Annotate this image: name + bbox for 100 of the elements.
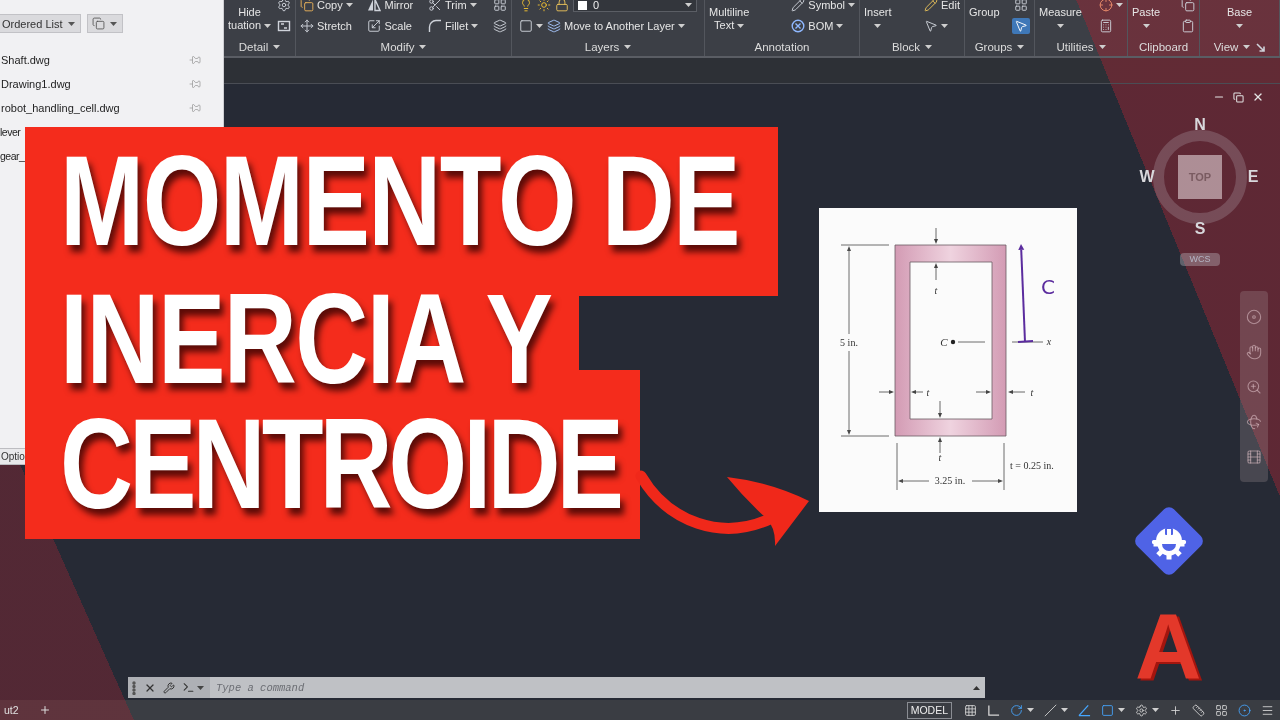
panel-title[interactable]: Layers — [584, 40, 632, 54]
caret-icon — [109, 21, 117, 26]
ribbon-button[interactable]: Multiline Text — [709, 0, 750, 32]
options-button[interactable]: Optio — [0, 448, 26, 465]
panel-title[interactable]: View — [1213, 40, 1251, 54]
icon-button[interactable] — [1099, 0, 1123, 12]
hand-icon[interactable] — [1246, 343, 1262, 360]
diagonal-arrow-icon[interactable] — [1256, 42, 1266, 52]
recent-document-item[interactable]: Drawing1.dwg — [0, 72, 201, 96]
thickness-arrow — [934, 227, 938, 244]
grip-icon — [131, 680, 137, 695]
icon-button[interactable] — [924, 19, 949, 33]
scissors-icon — [427, 0, 442, 12]
plus-icon[interactable] — [38, 704, 51, 716]
tool-button[interactable]: Stretch — [300, 19, 352, 33]
sort-dropdown[interactable]: Ordered List — [0, 14, 81, 33]
crosshair-icon — [1099, 0, 1113, 12]
lightbulb-icon[interactable] — [519, 0, 533, 12]
frame-icon[interactable] — [277, 19, 291, 33]
thickness-label: t — [938, 452, 942, 463]
close-icon[interactable] — [1252, 91, 1264, 103]
tool-button[interactable]: Copy — [300, 0, 353, 12]
command-input[interactable]: Type a command — [210, 677, 967, 698]
compass-letter[interactable]: W — [1139, 168, 1155, 186]
thickness-label: t — [934, 285, 938, 296]
ribbon-button[interactable]: Insert — [864, 0, 892, 32]
recent-document-item[interactable]: robot_handling_cell.dwg — [0, 96, 201, 120]
ribbon-button[interactable]: Measure — [1039, 0, 1082, 32]
compass-ring[interactable] — [1153, 130, 1247, 224]
caret-icon — [685, 3, 692, 7]
compass-letter[interactable]: N — [1194, 116, 1206, 134]
tool-button[interactable]: Mirror — [367, 0, 414, 12]
lock-icon[interactable] — [555, 0, 569, 12]
copy-icon — [300, 0, 314, 12]
recent-document-item[interactable]: Shaft.dwg — [0, 48, 201, 72]
plus-icon[interactable] — [1169, 703, 1182, 717]
color-swatch-icon — [578, 0, 587, 10]
layers-icon[interactable] — [493, 19, 507, 33]
tool-button[interactable]: Symbol — [791, 0, 855, 12]
icon-button[interactable] — [1012, 18, 1030, 34]
ribbon-button[interactable]: Group — [969, 0, 1000, 19]
ribbon-button[interactable]: Base — [1226, 0, 1253, 32]
panel-title[interactable]: Modify — [380, 40, 427, 54]
angle-icon[interactable] — [1078, 703, 1091, 717]
tool-button[interactable]: BOM — [791, 19, 844, 33]
grid-icon[interactable] — [1014, 0, 1028, 12]
clipboard-icon[interactable] — [1181, 19, 1195, 33]
history-button[interactable] — [967, 677, 985, 698]
tool-button[interactable]: Edit — [924, 0, 960, 12]
panel-title[interactable]: Block — [891, 40, 933, 54]
model-space-button[interactable]: MODEL — [906, 701, 952, 719]
view-dropdown[interactable] — [86, 14, 123, 33]
grid-icon[interactable] — [964, 703, 977, 717]
recent-document-item[interactable]: lever — [0, 120, 21, 144]
compass-letter[interactable]: S — [1194, 220, 1206, 238]
ribbon-button[interactable]: Paste — [1132, 0, 1161, 32]
menu-icon[interactable] — [1261, 703, 1274, 717]
wrench-icon[interactable] — [163, 681, 175, 694]
caret-icon — [197, 685, 204, 690]
status-toggle[interactable] — [1101, 702, 1125, 718]
panel-title[interactable]: Clipboard — [1138, 40, 1189, 54]
recent-document-item[interactable]: gear_ — [0, 144, 25, 168]
circle-dot-icon[interactable] — [1238, 703, 1251, 717]
layout-tab[interactable]: ut2 — [2, 700, 21, 720]
status-toggle[interactable] — [1135, 702, 1159, 718]
film-icon[interactable] — [1246, 448, 1262, 465]
recent-commands-button[interactable] — [182, 681, 204, 694]
sun-icon[interactable] — [537, 0, 551, 12]
scaling-icon — [367, 19, 382, 33]
ribbon-button[interactable]: Hide tuation — [228, 0, 272, 32]
disc-icon[interactable] — [1246, 308, 1262, 325]
ruler-icon[interactable] — [1192, 703, 1205, 717]
tiles-icon[interactable] — [1215, 703, 1228, 717]
restore-icon[interactable] — [1233, 91, 1244, 103]
thickness-arrow — [878, 390, 894, 394]
tool-button[interactable]: Move to Another Layer — [547, 19, 685, 33]
tool-button[interactable]: Fillet — [427, 19, 479, 33]
compass-letter[interactable]: E — [1247, 168, 1259, 186]
panel-title[interactable]: Utilities — [1056, 40, 1106, 54]
grid-icon[interactable] — [493, 0, 507, 12]
panel-title[interactable]: Detail — [238, 40, 281, 54]
thickness-arrow — [911, 390, 924, 394]
copy-icon[interactable] — [1181, 0, 1195, 12]
panel-title[interactable]: Annotation — [754, 40, 810, 54]
thickness-arrow — [938, 400, 942, 418]
calculator-icon[interactable] — [1099, 19, 1113, 33]
pencil-icon — [924, 0, 939, 12]
status-toggle[interactable] — [1044, 702, 1068, 718]
pointer-icon — [1014, 19, 1028, 33]
rotate-3d-icon[interactable] — [1246, 413, 1262, 430]
icon-button[interactable] — [519, 19, 543, 33]
panel-title[interactable]: Groups — [974, 40, 1025, 54]
caret-icon — [536, 24, 543, 28]
status-toggle[interactable] — [1010, 702, 1034, 718]
tool-button[interactable]: Scale — [367, 19, 412, 33]
tool-button[interactable]: Trim — [427, 0, 477, 12]
zoom-icon[interactable] — [1246, 378, 1262, 395]
gear-icon[interactable] — [277, 0, 291, 12]
layer-dropdown[interactable]: 0 — [573, 0, 697, 12]
corner-icon[interactable] — [987, 703, 1000, 717]
